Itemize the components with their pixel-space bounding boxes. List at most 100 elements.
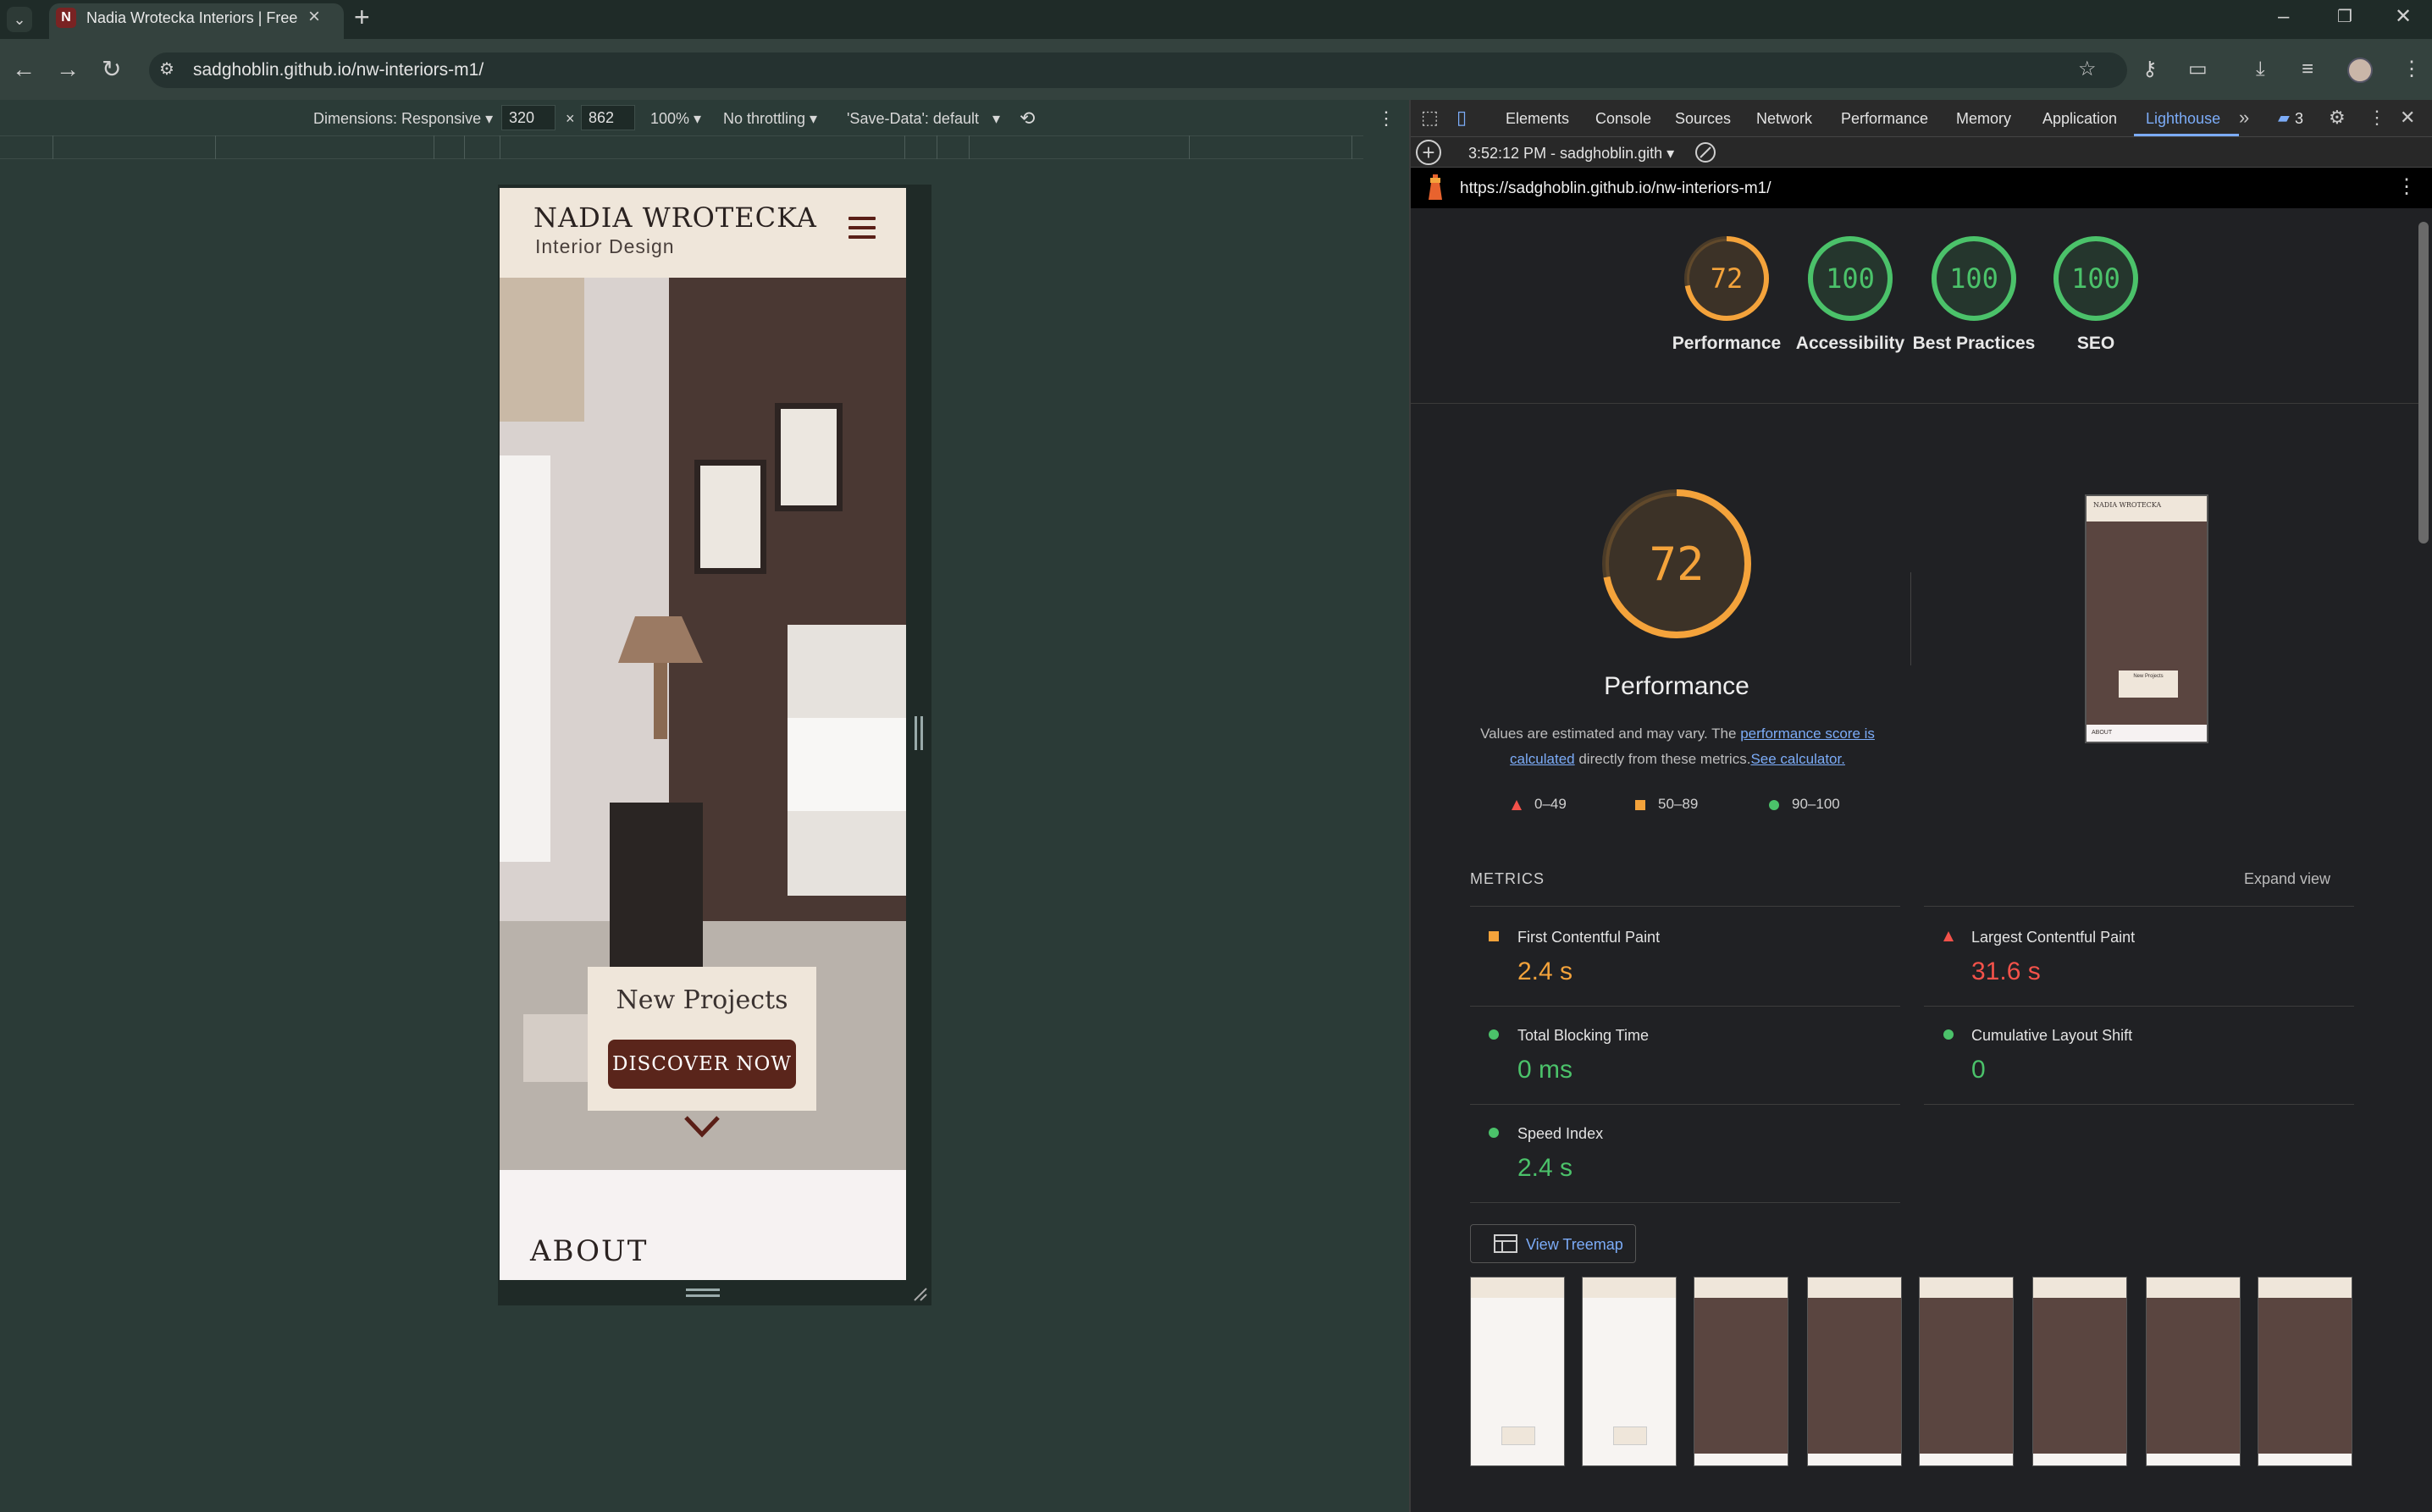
minimize-icon[interactable]: – [2278,3,2289,30]
brand-name[interactable]: NADIA WROTECKA [533,201,817,234]
issues-count[interactable]: 3 [2295,108,2303,129]
gauge-0-value: 72 [1711,262,1744,295]
circle-icon [1943,1029,1954,1040]
tab-elements[interactable]: Elements [1506,108,1569,129]
report-url[interactable]: https://sadghoblin.github.io/nw-interior… [1460,179,1771,199]
tab-lighthouse[interactable]: Lighthouse [2146,108,2220,129]
report-scrollbar[interactable] [2418,222,2429,544]
tab-sources[interactable]: Sources [1675,108,1731,129]
more-tabs-icon[interactable]: » [2239,107,2249,129]
browser-menu-icon[interactable]: ⋮ [2402,56,2422,83]
report-menu-icon[interactable]: ⋮ [2396,176,2417,198]
tab-performance[interactable]: Performance [1841,108,1928,129]
metric-divider [1470,1006,1900,1007]
window-close-icon[interactable]: ✕ [2395,3,2412,30]
tab-memory[interactable]: Memory [1956,108,2011,129]
gauge-performance[interactable]: 72 [1682,234,1771,323]
resize-handle-right[interactable] [915,716,923,750]
media-query-ruler[interactable] [0,135,1363,159]
gauge-best-practices[interactable]: 100 [1929,234,2019,323]
tab-search-button[interactable]: ⌄ [7,7,32,32]
device-toolbar-menu-icon[interactable]: ⋮ [1377,108,1396,129]
metric-divider [1924,906,2354,907]
expand-view-toggle[interactable]: Expand view [2244,870,2330,888]
view-treemap-label[interactable]: View Treemap [1526,1236,1623,1254]
new-report-icon[interactable]: + [1416,140,1441,165]
gauge-accessibility[interactable]: 100 [1805,234,1895,323]
zoom-select[interactable]: 100% ▾ [650,108,701,129]
discover-now-button[interactable]: DISCOVER NOW [608,1040,796,1089]
resize-handle-bottom[interactable] [686,1289,720,1297]
throttling-select[interactable]: No throttling ▾ [723,108,817,129]
about-heading: ABOUT [530,1234,649,1268]
big-gauge-value: 72 [1649,538,1704,591]
width-input[interactable]: 320 [501,105,555,130]
filmstrip-thumbnail [1807,1277,1902,1466]
tab-title[interactable]: Nadia Wrotecka Interiors | Freel [86,8,298,28]
restore-icon[interactable]: ❐ [2337,3,2352,30]
desc-text: directly from these metrics. [1574,751,1751,767]
gauge-2-value: 100 [1949,262,1998,295]
hamburger-menu-icon[interactable] [848,217,876,240]
save-data-chevron-icon[interactable]: ▾ [992,108,1000,129]
forward-icon[interactable]: → [56,56,80,83]
devtools-menu-icon[interactable]: ⋮ [2368,107,2386,129]
square-icon [1489,931,1499,941]
back-icon[interactable]: ← [12,56,36,83]
brand-subtitle: Interior Design [535,235,675,257]
treemap-icon [1494,1234,1517,1253]
tab-close-icon[interactable]: × [308,7,320,27]
filmstrip-thumbnail [2258,1277,2352,1466]
metric-divider [1470,1202,1900,1203]
profile-avatar[interactable] [2347,58,2373,83]
metric-divider [1470,906,1900,907]
gauge-1-value: 100 [1826,262,1875,295]
metric-label-tbt: Total Blocking Time [1517,1027,1650,1044]
vertical-divider [1910,572,1911,665]
chevron-down-icon[interactable] [683,1114,721,1140]
save-data-select[interactable]: 'Save-Data': default [847,108,979,129]
score-label-seo: SEO [2076,334,2115,353]
rotate-icon[interactable]: ⟲ [1020,108,1035,129]
legend-range: 0–49 [1534,796,1567,812]
height-input[interactable]: 862 [581,105,635,130]
clear-reports-icon[interactable] [1695,142,1716,163]
issues-icon[interactable]: ▰ [2278,107,2290,129]
tab-console[interactable]: Console [1595,108,1651,129]
metric-label-lcp: Largest Contentful Paint [1971,929,2136,946]
final-screenshot[interactable]: NADIA WROTECKA New Projects ABOUT [2085,494,2208,743]
tab-application[interactable]: Application [2042,108,2117,129]
legend-range: 50–89 [1658,796,1699,812]
tab-network[interactable]: Network [1756,108,1812,129]
see-calculator-link[interactable]: See calculator. [1750,751,1845,767]
metric-value-cls: 0 [1971,1056,1986,1084]
device-toggle-icon[interactable]: ▯ [1456,107,1467,129]
site-info-icon[interactable]: ⚙ [159,56,174,83]
new-tab-icon[interactable]: + [354,3,370,30]
legend-range: 90–100 [1792,796,1840,812]
settings-gear-icon[interactable]: ⚙ [2329,107,2346,129]
address-bar-url[interactable]: sadghoblin.github.io/nw-interiors-m1/ [193,59,484,81]
close-devtools-icon[interactable]: ✕ [2400,107,2415,129]
circle-icon [1489,1029,1499,1040]
inspect-element-icon[interactable]: ⬚ [1421,107,1439,129]
password-key-icon[interactable]: ⚷ [2142,56,2158,83]
dimensions-select[interactable]: Dimensions: Responsive ▾ [313,108,493,129]
ruler-tick [969,135,970,159]
device-icon[interactable]: ▭ [2188,56,2208,83]
lighthouse-icon [1426,174,1445,201]
triangle-icon [1512,799,1522,810]
ruler-tick [904,135,905,159]
performance-title: Performance [1604,672,1749,700]
media-icon[interactable]: ≡ [2302,56,2313,83]
resize-corner-icon[interactable] [911,1285,928,1302]
desc-text: Values are estimated and may vary. The [1480,726,1741,742]
download-icon[interactable]: ⤓ [2256,56,2265,83]
report-select[interactable]: 3:52:12 PM - sadghoblin.gith ▾ [1468,144,1674,163]
filmstrip-thumbnail [2032,1277,2127,1466]
gauge-seo[interactable]: 100 [2051,234,2141,323]
dimension-times: × [566,110,575,127]
bookmark-star-icon[interactable]: ☆ [2078,56,2097,83]
reload-icon[interactable]: ↻ [102,56,121,83]
filmstrip-thumbnail [1919,1277,2014,1466]
